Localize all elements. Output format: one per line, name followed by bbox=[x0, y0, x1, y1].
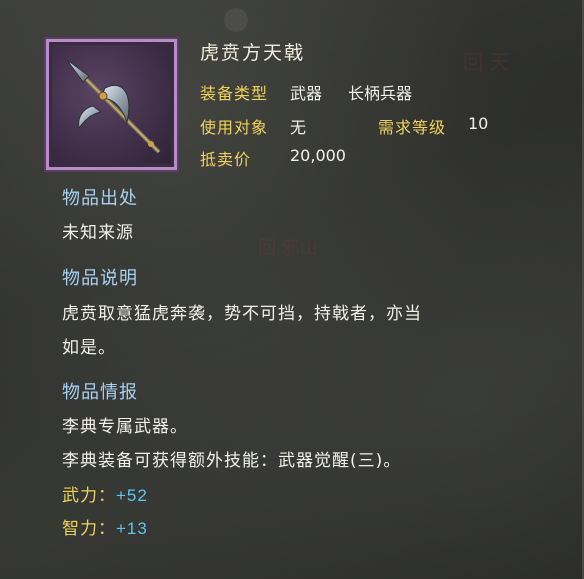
stat-value: +13 bbox=[116, 519, 148, 538]
emblem-watermark bbox=[224, 8, 248, 32]
info-line-2: 李典装备可获得额外技能：武器觉醒(三)。 bbox=[62, 451, 402, 471]
equip-type-row: 装备类型 bbox=[200, 80, 268, 104]
equip-type-value: 武器 bbox=[290, 84, 323, 103]
stat-label: 智力： bbox=[62, 519, 116, 539]
description-line-1: 虎贲取意猛虎奔袭，势不可挡，持戟者，亦当 bbox=[62, 304, 422, 324]
background-watermark-top: 回 天 bbox=[463, 50, 510, 74]
description-title: 物品说明 bbox=[62, 268, 138, 289]
sell-price-value: 20,000 bbox=[290, 146, 346, 165]
equip-type-label: 装备类型 bbox=[200, 84, 269, 103]
item-tooltip-panel: 回 天 回 邪山 虎贲方天戟 装备类型 武器 长柄兵器 使用对象 无 需求等级 … bbox=[0, 0, 584, 579]
stat-label: 武力： bbox=[62, 486, 116, 506]
info-title: 物品情报 bbox=[62, 382, 138, 403]
equip-subtype-value: 长柄兵器 bbox=[348, 84, 413, 103]
stat-row-strength: 武力：+52 bbox=[62, 481, 148, 506]
stat-row-intelligence: 智力：+13 bbox=[62, 514, 148, 539]
description-line-2: 如是。 bbox=[62, 338, 116, 358]
source-text: 未知来源 bbox=[62, 223, 134, 243]
background-watermark-mid: 回 邪山 bbox=[258, 238, 318, 259]
use-target-label: 使用对象 bbox=[200, 118, 269, 137]
item-name: 虎贲方天戟 bbox=[200, 42, 306, 64]
required-level-value: 10 bbox=[468, 114, 489, 133]
halberd-icon bbox=[66, 59, 161, 154]
stat-value: +52 bbox=[116, 486, 148, 505]
source-title: 物品出处 bbox=[62, 188, 138, 209]
item-icon-frame bbox=[46, 39, 177, 170]
info-line-1: 李典专属武器。 bbox=[62, 417, 188, 437]
use-target-value: 无 bbox=[290, 118, 307, 137]
sell-price-label: 抵卖价 bbox=[200, 150, 252, 169]
required-level-label: 需求等级 bbox=[378, 118, 447, 137]
